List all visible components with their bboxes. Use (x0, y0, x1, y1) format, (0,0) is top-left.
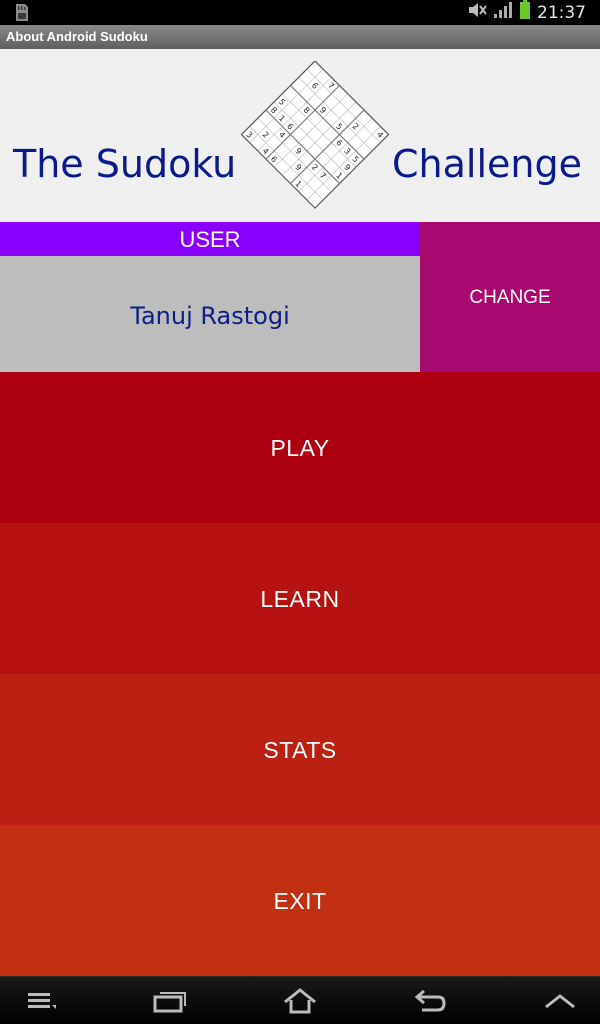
exit-button[interactable]: EXIT (0, 825, 600, 976)
stats-button[interactable]: STATS (0, 674, 600, 825)
play-button[interactable]: PLAY (0, 372, 600, 523)
app-header: The Sudoku 74629586355981614927293461 Ch… (0, 49, 600, 222)
status-bar: 21:37 (0, 0, 600, 25)
user-label: USER (0, 222, 420, 256)
signal-icon (493, 1, 513, 24)
menu-icon[interactable] (24, 987, 60, 1015)
recent-apps-icon[interactable] (152, 987, 188, 1015)
header-title-left: The Sudoku (13, 142, 237, 186)
sd-card-icon (14, 3, 30, 22)
hide-keyboard-icon[interactable] (542, 987, 578, 1015)
home-icon[interactable] (282, 987, 318, 1015)
battery-icon (519, 0, 531, 25)
mute-icon (467, 2, 487, 23)
sudoku-grid-icon: 74629586355981614927293461 (241, 61, 389, 209)
header-title-right: Challenge (392, 142, 582, 186)
clock-time: 21:37 (537, 2, 586, 23)
window-title: About Android Sudoku (0, 25, 600, 49)
navigation-bar (0, 976, 600, 1024)
user-section: USER Tanuj Rastogi CHANGE (0, 222, 600, 372)
user-name: Tanuj Rastogi (0, 256, 420, 372)
change-user-button[interactable]: CHANGE (420, 222, 600, 372)
back-icon[interactable] (412, 987, 448, 1015)
learn-button[interactable]: LEARN (0, 523, 600, 674)
